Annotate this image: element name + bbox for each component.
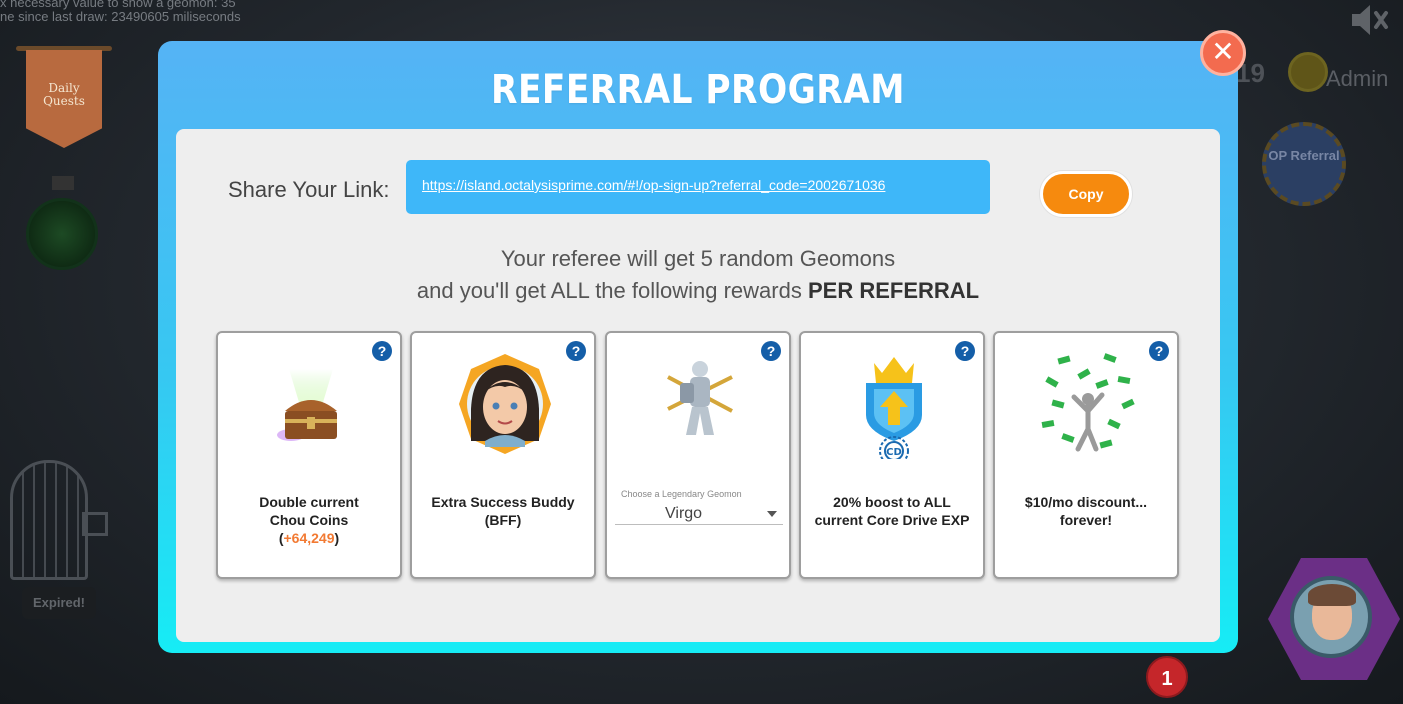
debug-line: ne since last draw: 23490605 miliseconds (0, 9, 241, 24)
share-link-label: Share Your Link: (228, 177, 390, 202)
reward-cards: ? Double current Chou Coins (+64,249) ? … (216, 331, 1182, 579)
description-line-1: Your referee will get 5 random Geomons (500, 246, 896, 271)
daily-quests-label: Daily Quests (43, 81, 85, 108)
money-rain-icon (1041, 353, 1135, 452)
help-icon[interactable]: ? (372, 341, 392, 361)
cd-badge-text: CD (886, 447, 902, 458)
coins-amount: (+64,249) (278, 530, 340, 546)
cage-icon[interactable] (10, 460, 88, 580)
chevron-down-icon (767, 511, 777, 517)
help-icon[interactable]: ? (761, 341, 781, 361)
knight-geomon-icon (667, 361, 733, 435)
avatar-hair (1308, 584, 1356, 606)
mute-icon[interactable] (1346, 0, 1390, 40)
referral-modal: REFERRAL PROGRAM Share Your Link: https:… (158, 41, 1238, 653)
help-icon[interactable]: ? (566, 341, 586, 361)
reward-description: Your referee will get 5 random Geomons a… (176, 243, 1220, 307)
expired-badge: Expired! (22, 587, 96, 619)
op-referral-button[interactable]: OP Referral (1262, 122, 1346, 206)
avatar[interactable] (1290, 576, 1372, 658)
reward-label-line-2: Chou Coins (269, 512, 349, 528)
reward-label: Extra Success Buddy (BFF) (431, 494, 575, 528)
debug-overlay: x necessary value to show a geomon: 35 n… (0, 0, 241, 24)
cage-door (82, 512, 108, 536)
modal-title: REFERRAL PROGRAM (491, 67, 905, 113)
reward-card-chou-coins[interactable]: ? Double current Chou Coins (+64,249) (216, 331, 402, 579)
geomon-select[interactable]: Virgo (615, 503, 783, 525)
description-line-2-text: and you'll get ALL the following rewards (416, 278, 802, 303)
geomon-select-caption: Choose a Legendary Geomon (621, 489, 742, 499)
referral-link-box[interactable]: https://island.octalysisprime.com/#!/op-… (406, 160, 990, 214)
modal-panel: Share Your Link: https://island.octalysi… (176, 129, 1220, 642)
reward-label: Double current Chou Coins (+64,249) (226, 493, 392, 547)
close-icon: ✕ (1211, 35, 1235, 68)
reward-card-success-buddy[interactable]: ? Extra Success Buddy (BFF) (410, 331, 596, 579)
help-icon[interactable]: ? (955, 341, 975, 361)
orb-tag (52, 176, 74, 190)
description-line-2: and you'll get ALL the following rewards… (176, 275, 1220, 307)
notification-badge[interactable]: 1 (1146, 656, 1188, 698)
reward-card-legendary-geomon[interactable]: ? Choose a Legendary Geomon Virgo (605, 331, 791, 579)
reward-label: 20% boost to ALL current Core Drive EXP (814, 494, 970, 528)
close-button[interactable]: ✕ (1200, 30, 1246, 76)
daily-quests-banner[interactable]: Daily Quests (16, 38, 112, 160)
referral-link[interactable]: https://island.octalysisprime.com/#!/op-… (422, 177, 885, 193)
description-line-2-bold: PER REFERRAL (807, 278, 980, 303)
copy-button[interactable]: Copy (1040, 171, 1132, 217)
reward-card-discount[interactable]: ? $10/mo discount... forever! (993, 331, 1179, 579)
buddy-avatar-icon (459, 354, 551, 454)
reward-label-line-1: Double current (259, 494, 359, 510)
geomon-select-value: Virgo (665, 505, 703, 522)
green-orb-button[interactable] (26, 198, 98, 270)
treasure-chest-icon (277, 369, 337, 441)
coins-amount-value: +64,249 (283, 530, 335, 546)
coin-icon (1288, 52, 1328, 92)
help-icon[interactable]: ? (1149, 341, 1169, 361)
reward-card-core-drive-boost[interactable]: ? CD 20% boost to ALL current Core Drive… (799, 331, 985, 579)
boost-shield-icon: CD (866, 357, 922, 459)
reward-label: $10/mo discount... forever! (1024, 494, 1148, 528)
admin-label[interactable]: Admin (1326, 66, 1388, 92)
